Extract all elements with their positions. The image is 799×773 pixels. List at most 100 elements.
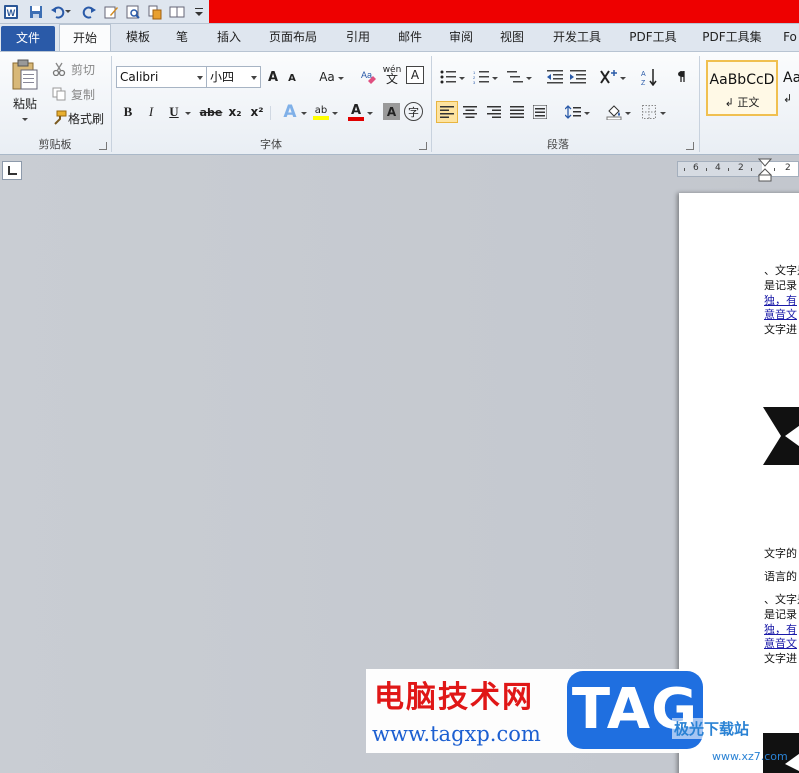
tab-selector[interactable] [2, 161, 22, 180]
shrink-font-button[interactable]: A [285, 70, 299, 86]
paste-icon[interactable] [6, 58, 44, 92]
shading-dropdown-icon[interactable] [624, 109, 632, 117]
change-case-button[interactable]: Aa [316, 68, 338, 86]
change-case-dropdown-icon[interactable] [337, 74, 345, 82]
numbering-icon[interactable]: 123 [471, 68, 491, 86]
subscript-button[interactable]: x₂ [226, 103, 244, 121]
ruler-number: 4 [715, 163, 721, 173]
style-normal[interactable]: AaBbCcD ↲ 正文 [706, 60, 778, 116]
ruler-tick [706, 168, 707, 171]
paste-dropdown-icon[interactable] [20, 114, 30, 124]
horizontal-ruler[interactable]: 6 4 2 2 [677, 161, 799, 177]
align-right-icon[interactable] [484, 102, 504, 122]
superscript-button[interactable]: x² [248, 103, 266, 121]
font-color-button[interactable]: A [346, 102, 366, 122]
doc-link[interactable]: 意音文 [764, 636, 797, 651]
customize-icon[interactable] [193, 3, 205, 20]
highlight-button[interactable]: ab [311, 102, 331, 122]
save-icon[interactable] [27, 3, 44, 20]
tab-mailings[interactable]: 邮件 [390, 24, 430, 51]
doc-line: 是记录 [764, 279, 797, 292]
font-name-value: Calibri [120, 70, 159, 84]
paste-button[interactable]: 粘贴 [8, 94, 42, 112]
tab-pdf-toolset[interactable]: PDF工具集 [696, 24, 768, 51]
tab-view[interactable]: 视图 [492, 24, 532, 51]
chinese-layout-dropdown-icon[interactable] [619, 74, 627, 82]
shading-icon[interactable] [604, 102, 624, 122]
font-group-label: 字体 [260, 138, 282, 151]
tab-pdf-tools[interactable]: PDF工具 [622, 24, 684, 51]
doc-link[interactable]: 独，有 [764, 622, 797, 637]
tab-pen[interactable]: 笔 [168, 24, 196, 51]
format-painter-icon[interactable] [50, 110, 68, 126]
ruler-tick [774, 168, 775, 171]
tab-file[interactable]: 文件 [1, 26, 55, 51]
paragraph-launcher-icon[interactable] [686, 142, 694, 150]
enclose-char-button[interactable]: 字 [404, 102, 423, 121]
char-border-button[interactable]: A [406, 66, 424, 84]
copy-button[interactable]: 复制 [68, 86, 98, 102]
word-icon[interactable]: W [2, 3, 19, 20]
italic-button[interactable]: I [142, 103, 160, 121]
phonetic-guide-button[interactable]: wén 文 [381, 64, 403, 86]
print-preview-icon[interactable] [124, 3, 141, 20]
underline-button[interactable]: U [165, 103, 183, 121]
grow-font-button[interactable]: A [265, 68, 281, 86]
indent-marker-icon[interactable] [758, 158, 772, 182]
copy-icon[interactable] [50, 86, 68, 102]
style-next[interactable]: Aa ↲ [780, 60, 799, 116]
undo-dropdown-icon[interactable] [64, 3, 72, 20]
read-mode-icon[interactable] [168, 3, 185, 20]
strikethrough-button[interactable]: abe [200, 103, 223, 121]
tab-more[interactable]: Fo [780, 24, 799, 51]
tab-review[interactable]: 审阅 [441, 24, 481, 51]
doc-link[interactable]: 意音文 [764, 307, 797, 322]
new-doc-icon[interactable] [146, 3, 163, 20]
cut-button[interactable]: 剪切 [68, 61, 98, 77]
text-effect-dropdown-icon[interactable] [300, 109, 308, 117]
tab-insert[interactable]: 插入 [209, 24, 249, 51]
sort-icon[interactable]: AZ [639, 67, 659, 87]
style-normal-label: ↲ 正文 [724, 96, 760, 109]
tab-developer[interactable]: 开发工具 [544, 24, 610, 51]
justify-icon[interactable] [507, 102, 527, 122]
tab-page-layout[interactable]: 页面布局 [260, 24, 326, 51]
bullets-icon[interactable] [438, 68, 458, 86]
multilevel-dropdown-icon[interactable] [525, 74, 533, 82]
tab-template[interactable]: 模板 [118, 24, 158, 51]
highlight-dropdown-icon[interactable] [331, 109, 339, 117]
char-shading-button[interactable]: A [383, 103, 400, 120]
bullets-dropdown-icon[interactable] [458, 74, 466, 82]
font-color-dropdown-icon[interactable] [366, 109, 374, 117]
doc-link[interactable]: 独，有 [764, 293, 797, 308]
increase-indent-icon[interactable] [568, 68, 588, 86]
clear-format-icon[interactable]: Aa [358, 66, 378, 86]
format-painter-button[interactable]: 格式刷 [67, 110, 105, 126]
font-name-combo[interactable]: Calibri [116, 66, 207, 88]
doc-shape-image[interactable] [763, 405, 799, 467]
borders-icon[interactable] [639, 102, 659, 122]
multilevel-list-icon[interactable] [505, 68, 525, 86]
chinese-layout-icon[interactable] [599, 68, 619, 86]
align-center-icon[interactable] [460, 102, 480, 122]
edit-icon[interactable] [102, 3, 119, 20]
distributed-icon[interactable] [530, 102, 550, 122]
borders-dropdown-icon[interactable] [659, 109, 667, 117]
font-launcher-icon[interactable] [419, 142, 427, 150]
decrease-indent-icon[interactable] [545, 68, 565, 86]
cut-icon[interactable] [50, 61, 68, 77]
bold-button[interactable]: B [119, 103, 137, 121]
text-effect-button[interactable]: A [280, 102, 300, 122]
numbering-dropdown-icon[interactable] [491, 74, 499, 82]
show-marks-icon[interactable] [673, 67, 693, 87]
font-size-combo[interactable]: 小四 [206, 66, 261, 88]
paragraph-group-label: 段落 [547, 138, 569, 151]
tab-home[interactable]: 开始 [59, 24, 111, 52]
redo-icon[interactable] [80, 3, 97, 20]
tab-references[interactable]: 引用 [338, 24, 378, 51]
align-left-icon[interactable] [436, 101, 458, 123]
underline-dropdown-icon[interactable] [184, 109, 192, 117]
line-spacing-icon[interactable] [563, 102, 583, 122]
clipboard-launcher-icon[interactable] [99, 142, 107, 150]
line-spacing-dropdown-icon[interactable] [583, 109, 591, 117]
